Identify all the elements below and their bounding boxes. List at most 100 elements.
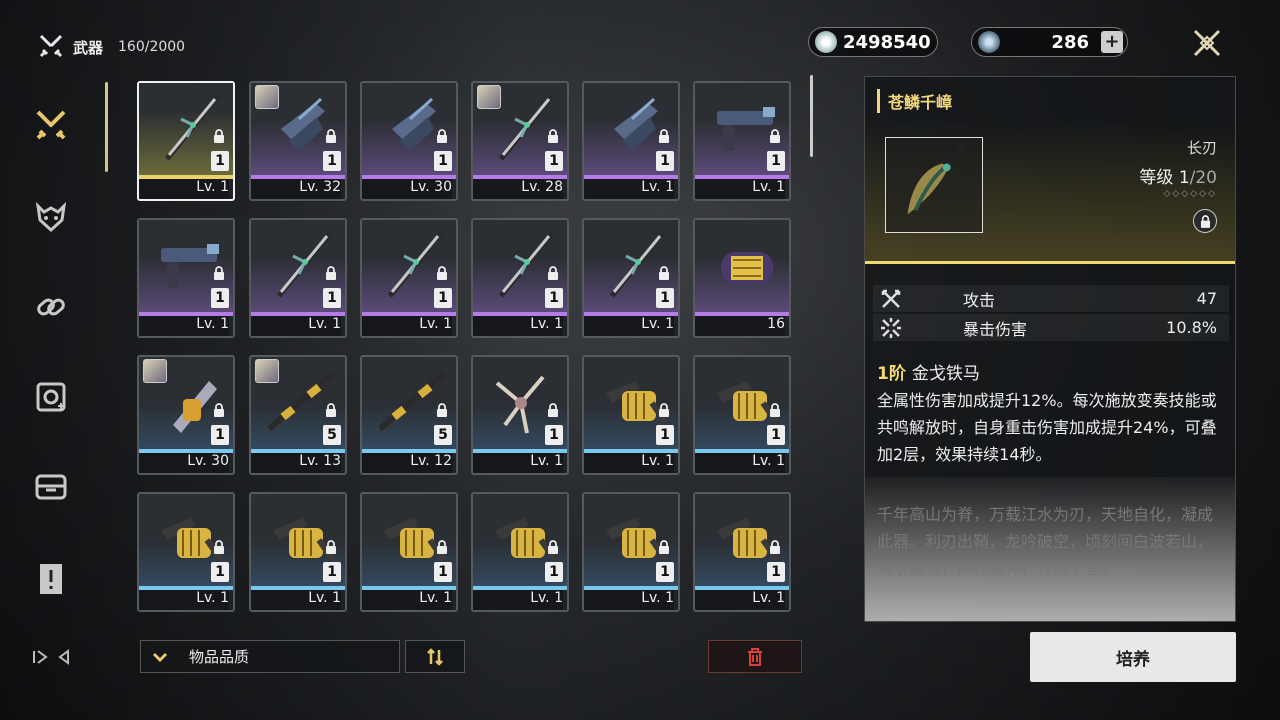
close-icon[interactable] bbox=[1190, 26, 1224, 60]
gear-module-icon bbox=[36, 382, 66, 412]
weapon-card[interactable]: 1 Lv. 1 bbox=[693, 355, 791, 475]
sort-arrows-icon bbox=[427, 647, 443, 666]
weapon-level-label: Lv. 1 bbox=[584, 453, 674, 473]
box-device-icon bbox=[35, 474, 67, 500]
lock-icon bbox=[659, 540, 669, 554]
sort-dropdown-label: 物品品质 bbox=[189, 648, 250, 666]
weapon-card[interactable]: 1 Lv. 1 bbox=[249, 218, 347, 338]
skill-title: 1阶 金戈铁马 bbox=[877, 359, 980, 384]
weapon-level-label: Lv. 1 bbox=[251, 590, 341, 610]
trash-icon bbox=[748, 647, 762, 666]
weapon-card[interactable]: 1 Lv. 1 bbox=[471, 492, 569, 612]
lock-icon bbox=[326, 266, 336, 280]
weapon-level-label: Lv. 1 bbox=[473, 590, 563, 610]
train-button[interactable]: 培养 bbox=[1030, 632, 1236, 682]
weapon-card[interactable]: 5 Lv. 13 bbox=[249, 355, 347, 475]
stat-row-attack: 攻击 47 bbox=[873, 285, 1229, 312]
weapon-level: 等级 1/20 bbox=[1139, 163, 1217, 188]
rank-badge: 1 bbox=[323, 562, 341, 582]
crossed-swords-icon bbox=[36, 110, 66, 140]
weapon-card[interactable]: 1 Lv. 1 bbox=[471, 355, 569, 475]
weapon-card[interactable]: 1 Lv. 1 bbox=[582, 81, 680, 201]
lock-icon bbox=[659, 129, 669, 143]
rank-badge: 1 bbox=[545, 562, 563, 582]
weapon-card[interactable]: 1 Lv. 28 bbox=[471, 81, 569, 201]
weapon-card[interactable]: 1 Lv. 1 bbox=[137, 218, 235, 338]
lore-section[interactable]: 千年高山为脊，万载江水为刃，天地自化，凝成此器。利刃出鞘，龙吟破空，顷刻间白波若… bbox=[865, 477, 1235, 621]
lock-icon bbox=[770, 540, 780, 554]
sort-dropdown[interactable]: 物品品质 bbox=[140, 640, 400, 673]
sidebar-item-supplies[interactable] bbox=[28, 464, 74, 510]
alert-card-icon bbox=[40, 564, 62, 594]
stat-row-crit-damage: 暴击伤害 10.8% bbox=[873, 314, 1229, 341]
weapon-level-label: Lv. 1 bbox=[695, 590, 785, 610]
sidebar-item-weapons[interactable] bbox=[28, 102, 74, 148]
weapon-card[interactable]: 1 Lv. 30 bbox=[360, 81, 458, 201]
weapon-level-label: Lv. 12 bbox=[362, 453, 452, 473]
weapon-card[interactable]: 1 Lv. 1 bbox=[137, 81, 235, 201]
rank-badge: 1 bbox=[767, 425, 785, 445]
shell-credit-value: 2498540 bbox=[843, 31, 931, 53]
weapon-level-label: Lv. 13 bbox=[251, 453, 341, 473]
level-caption: 等级 bbox=[1139, 168, 1174, 188]
skill-name: 金戈铁马 bbox=[911, 364, 980, 384]
attack-icon bbox=[881, 289, 901, 308]
rank-badge: 1 bbox=[211, 151, 229, 171]
weapon-level-label: Lv. 1 bbox=[362, 590, 452, 610]
weapon-level-label: Lv. 1 bbox=[139, 179, 229, 199]
equipped-character-avatar bbox=[477, 85, 501, 109]
rank-badge: 1 bbox=[323, 151, 341, 171]
rank-badge: 5 bbox=[323, 425, 341, 445]
shell-credit-icon bbox=[815, 31, 837, 53]
weapon-level-label: Lv. 1 bbox=[584, 590, 674, 610]
rank-badge: 1 bbox=[656, 151, 674, 171]
sidebar-item-materials[interactable] bbox=[28, 284, 74, 330]
chevron-down-icon bbox=[152, 652, 168, 662]
sidebar-collapse-icon[interactable] bbox=[32, 648, 72, 666]
weapon-card[interactable]: 1 Lv. 1 bbox=[471, 218, 569, 338]
discard-button[interactable] bbox=[708, 640, 802, 673]
weapon-card[interactable]: 1 Lv. 1 bbox=[582, 218, 680, 338]
astrite-value: 286 bbox=[1051, 31, 1089, 53]
lock-toggle[interactable] bbox=[1193, 209, 1217, 233]
weapon-card[interactable]: 1 Lv. 1 bbox=[693, 492, 791, 612]
weapon-level-label: Lv. 28 bbox=[473, 179, 563, 199]
weapon-card[interactable]: 1 Lv. 32 bbox=[249, 81, 347, 201]
lock-icon bbox=[437, 266, 447, 280]
lock-icon bbox=[326, 129, 336, 143]
weapon-level-label: Lv. 32 bbox=[251, 179, 341, 199]
rank-badge: 1 bbox=[767, 151, 785, 171]
weapon-level-label: Lv. 1 bbox=[139, 316, 229, 336]
rank-badge: 1 bbox=[434, 562, 452, 582]
weapon-level-label: Lv. 1 bbox=[473, 316, 563, 336]
weapon-level-label: Lv. 1 bbox=[695, 179, 785, 199]
weapon-card[interactable]: 5 Lv. 12 bbox=[360, 355, 458, 475]
astrite-icon bbox=[978, 31, 1000, 53]
sort-order-button[interactable] bbox=[405, 640, 465, 673]
sidebar-item-special[interactable] bbox=[28, 556, 74, 602]
lock-icon bbox=[770, 129, 780, 143]
weapon-card[interactable]: 1 Lv. 1 bbox=[137, 492, 235, 612]
skill-description: 全属性伤害加成提升12%。每次施放变奏技能或共鸣解放时，自身重击伤害加成提升24… bbox=[877, 391, 1217, 464]
weapon-card[interactable]: 1 Lv. 1 bbox=[249, 492, 347, 612]
weapon-level-label: Lv. 1 bbox=[139, 590, 229, 610]
weapon-card[interactable]: 1 Lv. 1 bbox=[360, 492, 458, 612]
page-title: 武器 bbox=[73, 39, 104, 57]
sidebar-item-echoes[interactable] bbox=[28, 194, 74, 240]
equipped-character-avatar bbox=[255, 85, 279, 109]
crit-damage-icon bbox=[881, 317, 901, 338]
equipped-character-avatar bbox=[255, 359, 279, 383]
add-astrite-button[interactable]: + bbox=[1101, 31, 1123, 53]
weapon-card[interactable]: 1 Lv. 1 bbox=[582, 355, 680, 475]
weapon-card[interactable]: 1 Lv. 1 bbox=[582, 492, 680, 612]
lock-icon bbox=[659, 266, 669, 280]
lock-icon bbox=[548, 540, 558, 554]
weapon-card[interactable]: 1 Lv. 30 bbox=[137, 355, 235, 475]
weapon-card[interactable]: 16 bbox=[693, 218, 791, 338]
weapon-card[interactable]: 1 Lv. 1 bbox=[360, 218, 458, 338]
sidebar-item-devices[interactable] bbox=[28, 374, 74, 420]
weapon-level-label: Lv. 30 bbox=[362, 179, 452, 199]
grid-scrollbar[interactable] bbox=[810, 75, 813, 157]
lock-icon bbox=[326, 540, 336, 554]
weapon-card[interactable]: 1 Lv. 1 bbox=[693, 81, 791, 201]
